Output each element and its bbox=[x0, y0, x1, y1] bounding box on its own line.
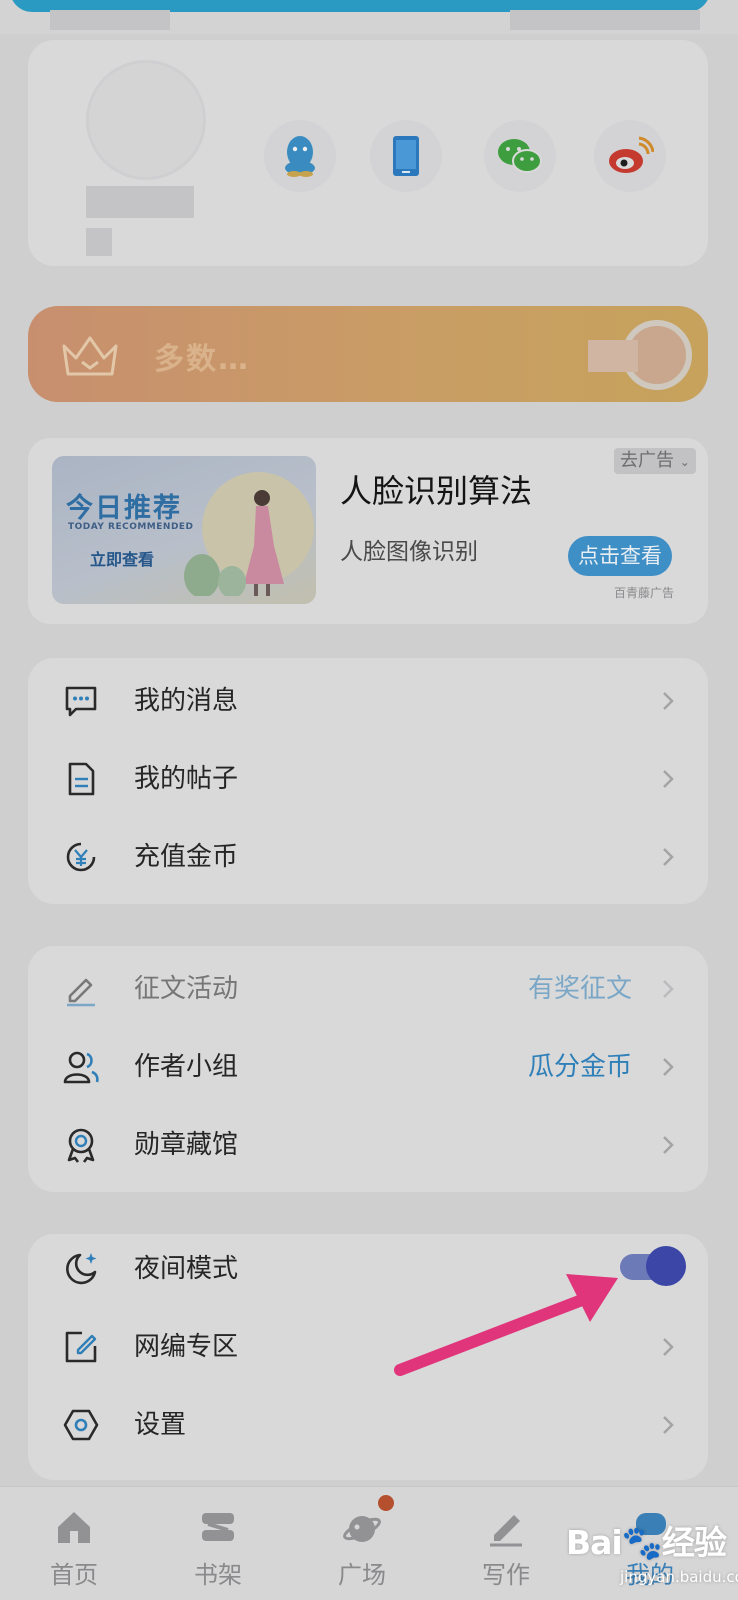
menu-item-label: 我的帖子 bbox=[134, 764, 239, 794]
crown-icon bbox=[62, 336, 118, 376]
write-icon bbox=[490, 1515, 522, 1547]
menu-item-label: 我的消息 bbox=[134, 686, 239, 716]
night-mode-toggle[interactable] bbox=[618, 1246, 690, 1286]
blurred-userid bbox=[86, 228, 112, 256]
remove-ad-label: 去广告 bbox=[620, 450, 674, 471]
wechat-icon[interactable] bbox=[484, 120, 556, 192]
vip-banner[interactable]: 多数… bbox=[28, 306, 708, 402]
vip-banner-text: 多数… bbox=[154, 342, 250, 377]
ad-image-title: 今日推荐 bbox=[66, 493, 182, 524]
ad-card[interactable]: 今日推荐 TODAY RECOMMENDED 立即查看 人脸识别算法 人脸图像识… bbox=[28, 438, 708, 624]
ad-view-button[interactable]: 点击查看 bbox=[568, 536, 672, 576]
top-strip bbox=[0, 0, 738, 34]
weibo-icon[interactable] bbox=[594, 120, 666, 192]
menu-item-settings[interactable]: 设置 bbox=[28, 1386, 708, 1464]
pen-icon bbox=[67, 978, 95, 1007]
chevron-right-icon bbox=[663, 770, 674, 788]
blurred-text bbox=[510, 10, 700, 30]
menu-card-account: 我的消息 我的帖子 充值金币 bbox=[28, 658, 708, 904]
nav-bookshelf[interactable]: 书架 bbox=[168, 1497, 268, 1597]
coin-icon bbox=[66, 842, 96, 872]
nav-label: 书架 bbox=[194, 1561, 242, 1589]
menu-item-author-group[interactable]: 作者小组 瓜分金币 bbox=[28, 1028, 708, 1106]
menu-item-label: 征文活动 bbox=[134, 974, 239, 1004]
nav-label: 首页 bbox=[50, 1561, 98, 1589]
message-icon bbox=[65, 686, 97, 717]
avatar[interactable] bbox=[86, 60, 206, 180]
watermark-logo: Bai🐾经验 bbox=[566, 1523, 727, 1562]
blurred-text bbox=[50, 10, 170, 30]
ad-image-subtitle: TODAY RECOMMENDED bbox=[68, 522, 194, 532]
nav-plaza[interactable]: 广场 bbox=[312, 1495, 412, 1597]
menu-item-label: 夜间模式 bbox=[134, 1254, 239, 1284]
chevron-right-icon bbox=[663, 1058, 674, 1076]
menu-card-author: 征文活动 有奖征文 作者小组 瓜分金币 勋章藏馆 bbox=[28, 946, 708, 1192]
document-icon bbox=[68, 762, 95, 796]
phone-icon[interactable] bbox=[370, 120, 442, 192]
qq-icon[interactable] bbox=[264, 120, 336, 192]
ad-image-cta: 立即查看 bbox=[90, 550, 155, 569]
menu-item-medal-hall[interactable]: 勋章藏馆 bbox=[28, 1106, 708, 1184]
group-icon bbox=[63, 1051, 99, 1084]
menu-item-messages[interactable]: 我的消息 bbox=[28, 662, 708, 740]
nav-label: 广场 bbox=[338, 1561, 386, 1589]
chevron-right-icon bbox=[663, 848, 674, 866]
bookshelf-icon bbox=[202, 1513, 234, 1541]
menu-item-label: 勋章藏馆 bbox=[134, 1130, 239, 1160]
menu-item-tag: 瓜分金币 bbox=[527, 1052, 632, 1082]
nav-home[interactable]: 首页 bbox=[24, 1497, 124, 1597]
medal-icon bbox=[67, 1128, 95, 1163]
planet-icon bbox=[343, 1516, 381, 1542]
profile-card bbox=[28, 40, 708, 266]
ad-subtitle: 人脸图像识别 bbox=[340, 539, 478, 565]
menu-item-recharge[interactable]: 充值金币 bbox=[28, 818, 708, 896]
plants-illustration-icon bbox=[184, 554, 246, 596]
home-icon bbox=[58, 1512, 90, 1543]
toggle-knob bbox=[646, 1246, 686, 1286]
notification-badge bbox=[378, 1495, 394, 1511]
watermark-url: jingyan.baidu.com bbox=[620, 1568, 738, 1586]
chevron-right-icon bbox=[663, 1416, 674, 1434]
menu-item-label: 设置 bbox=[134, 1410, 187, 1440]
chevron-right-icon bbox=[663, 692, 674, 710]
menu-item-label: 网编专区 bbox=[134, 1332, 239, 1362]
annotation-arrow-icon bbox=[394, 1274, 618, 1376]
moon-icon bbox=[66, 1253, 97, 1285]
ad-image[interactable]: 今日推荐 TODAY RECOMMENDED 立即查看 bbox=[52, 456, 316, 604]
nav-write[interactable]: 写作 bbox=[456, 1497, 556, 1597]
ad-source: 百青藤广告 bbox=[614, 586, 675, 600]
remove-ad-button[interactable]: 去广告 ⌄ bbox=[614, 448, 696, 474]
blurred-username bbox=[86, 186, 194, 218]
blurred-text bbox=[588, 340, 638, 372]
menu-item-essay-contest[interactable]: 征文活动 有奖征文 bbox=[28, 950, 708, 1028]
nav-label: 写作 bbox=[482, 1561, 530, 1589]
menu-item-posts[interactable]: 我的帖子 bbox=[28, 740, 708, 818]
chevron-right-icon bbox=[663, 980, 674, 998]
ad-headline[interactable]: 人脸识别算法 bbox=[340, 466, 532, 512]
edit-icon bbox=[65, 1331, 97, 1363]
baidu-watermark: Bai🐾经验 jingyan.baidu.com bbox=[560, 1494, 738, 1600]
settings-icon bbox=[63, 1409, 99, 1441]
menu-item-tag: 有奖征文 bbox=[527, 974, 632, 1004]
chevron-down-icon: ⌄ bbox=[679, 455, 690, 469]
chevron-right-icon bbox=[663, 1338, 674, 1356]
menu-item-label: 作者小组 bbox=[134, 1052, 239, 1082]
menu-item-label: 充值金币 bbox=[134, 842, 239, 872]
chevron-right-icon bbox=[663, 1136, 674, 1154]
